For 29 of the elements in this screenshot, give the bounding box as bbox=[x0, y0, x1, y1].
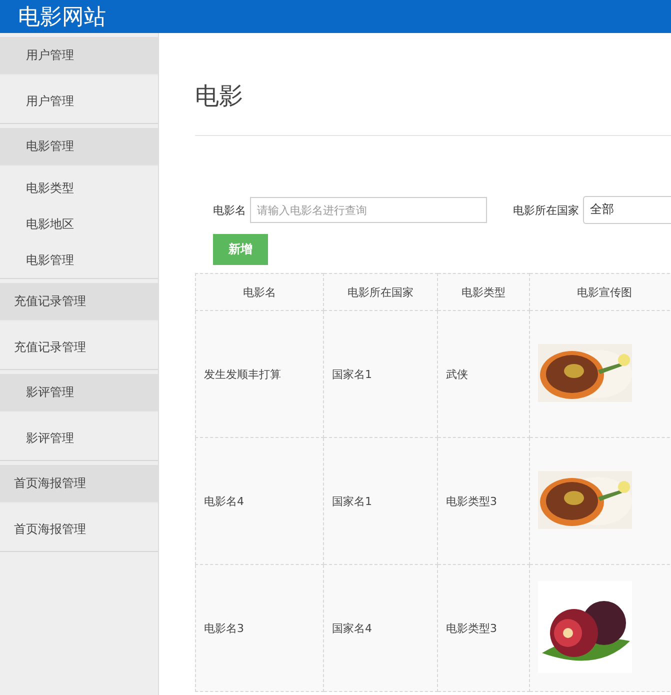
table-cell: 电影名4 bbox=[204, 494, 244, 508]
column-header: 电影所在国家 bbox=[348, 284, 414, 300]
menu-item[interactable]: 影评管理 bbox=[26, 428, 74, 448]
menu-item[interactable]: 首页海报管理 bbox=[14, 518, 86, 540]
filter-label: 电影所在国家 bbox=[513, 202, 579, 218]
table-cell: 国家名1 bbox=[332, 366, 372, 382]
table-cell: 国家名1 bbox=[332, 494, 372, 508]
country-select[interactable]: 全部 bbox=[583, 196, 671, 224]
column-header: 电影名 bbox=[243, 284, 276, 300]
table-cell: 电影类型3 bbox=[446, 620, 497, 636]
table-cell: 电影名3 bbox=[204, 620, 244, 636]
table-cell: 国家名4 bbox=[332, 620, 372, 636]
page-title: 电影 bbox=[195, 81, 244, 111]
table-cell: 发生发顺丰打算 bbox=[204, 366, 281, 382]
menu-item[interactable]: 电影类型 bbox=[26, 178, 74, 198]
menu-group-title[interactable]: 电影管理 bbox=[26, 136, 74, 157]
menu-item[interactable]: 用户管理 bbox=[26, 90, 74, 112]
column-header: 电影类型 bbox=[462, 284, 506, 300]
table-cell: 武侠 bbox=[446, 366, 468, 382]
table-cell: 电影类型3 bbox=[446, 494, 497, 508]
column-header: 电影宣传图 bbox=[577, 284, 632, 300]
menu-group-title[interactable]: 用户管理 bbox=[26, 45, 74, 66]
menu-item[interactable]: 电影地区 bbox=[26, 214, 74, 234]
menu-item[interactable]: 电影管理 bbox=[26, 250, 74, 270]
menu-group-title[interactable]: 影评管理 bbox=[26, 382, 74, 403]
site-title: 电影网站 bbox=[18, 4, 106, 32]
menu-item[interactable]: 充值记录管理 bbox=[14, 336, 86, 358]
search-field[interactable]: 请输入电影名进行查询 bbox=[250, 197, 487, 223]
filter-label: 电影名 bbox=[213, 202, 246, 218]
